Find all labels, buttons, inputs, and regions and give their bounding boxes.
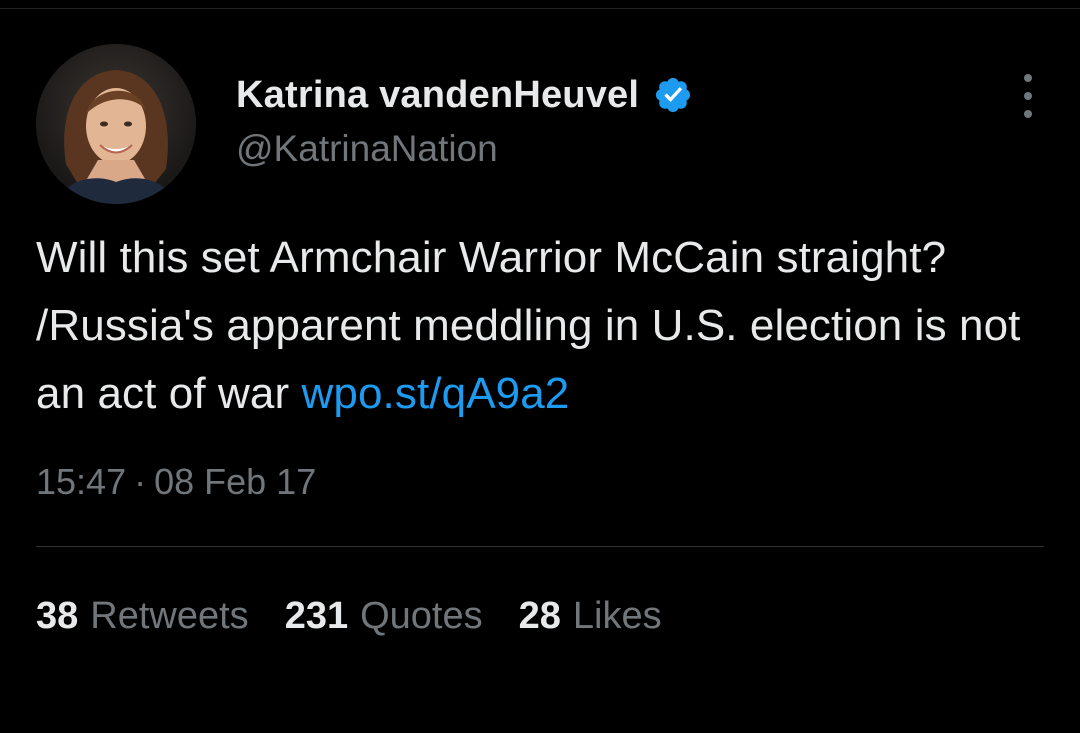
- verified-badge-icon: [653, 75, 693, 115]
- tweet-stats: 38 Retweets 231 Quotes 28 Likes: [36, 591, 1044, 641]
- tweet-time: 15:47: [36, 461, 127, 502]
- tweet-header: Katrina vandenHeuvel @KatrinaNation: [36, 44, 1044, 208]
- tweet-date: 08 Feb 17: [154, 461, 317, 502]
- retweets-count: 38: [36, 594, 79, 637]
- retweets-stat[interactable]: 38 Retweets: [36, 595, 249, 638]
- author-names: Katrina vandenHeuvel @KatrinaNation: [236, 70, 693, 170]
- quotes-label: Quotes: [360, 594, 483, 637]
- quotes-count: 231: [284, 594, 349, 637]
- tweet-text: Will this set Armchair Warrior McCain st…: [36, 224, 1044, 428]
- display-name[interactable]: Katrina vandenHeuvel: [236, 74, 639, 117]
- avatar[interactable]: [36, 44, 196, 204]
- top-divider: [0, 8, 1080, 9]
- display-name-row: Katrina vandenHeuvel: [236, 70, 693, 120]
- likes-count: 28: [518, 594, 561, 637]
- likes-stat[interactable]: 28 Likes: [519, 595, 662, 638]
- timestamp-separator: ·: [134, 461, 147, 502]
- author-handle[interactable]: @KatrinaNation: [236, 128, 693, 170]
- likes-label: Likes: [572, 594, 662, 637]
- stats-divider: [36, 546, 1044, 547]
- quotes-stat[interactable]: 231 Quotes: [285, 595, 483, 638]
- tweet-card: Katrina vandenHeuvel @KatrinaNation Will…: [36, 44, 1044, 641]
- retweets-label: Retweets: [90, 594, 249, 637]
- more-vertical-icon[interactable]: [1018, 74, 1038, 118]
- avatar-photo: [36, 44, 196, 204]
- tweet-timestamp[interactable]: 15:47 · 08 Feb 17: [36, 458, 1044, 506]
- tweet-link[interactable]: wpo.st/​qA9a2: [302, 369, 570, 418]
